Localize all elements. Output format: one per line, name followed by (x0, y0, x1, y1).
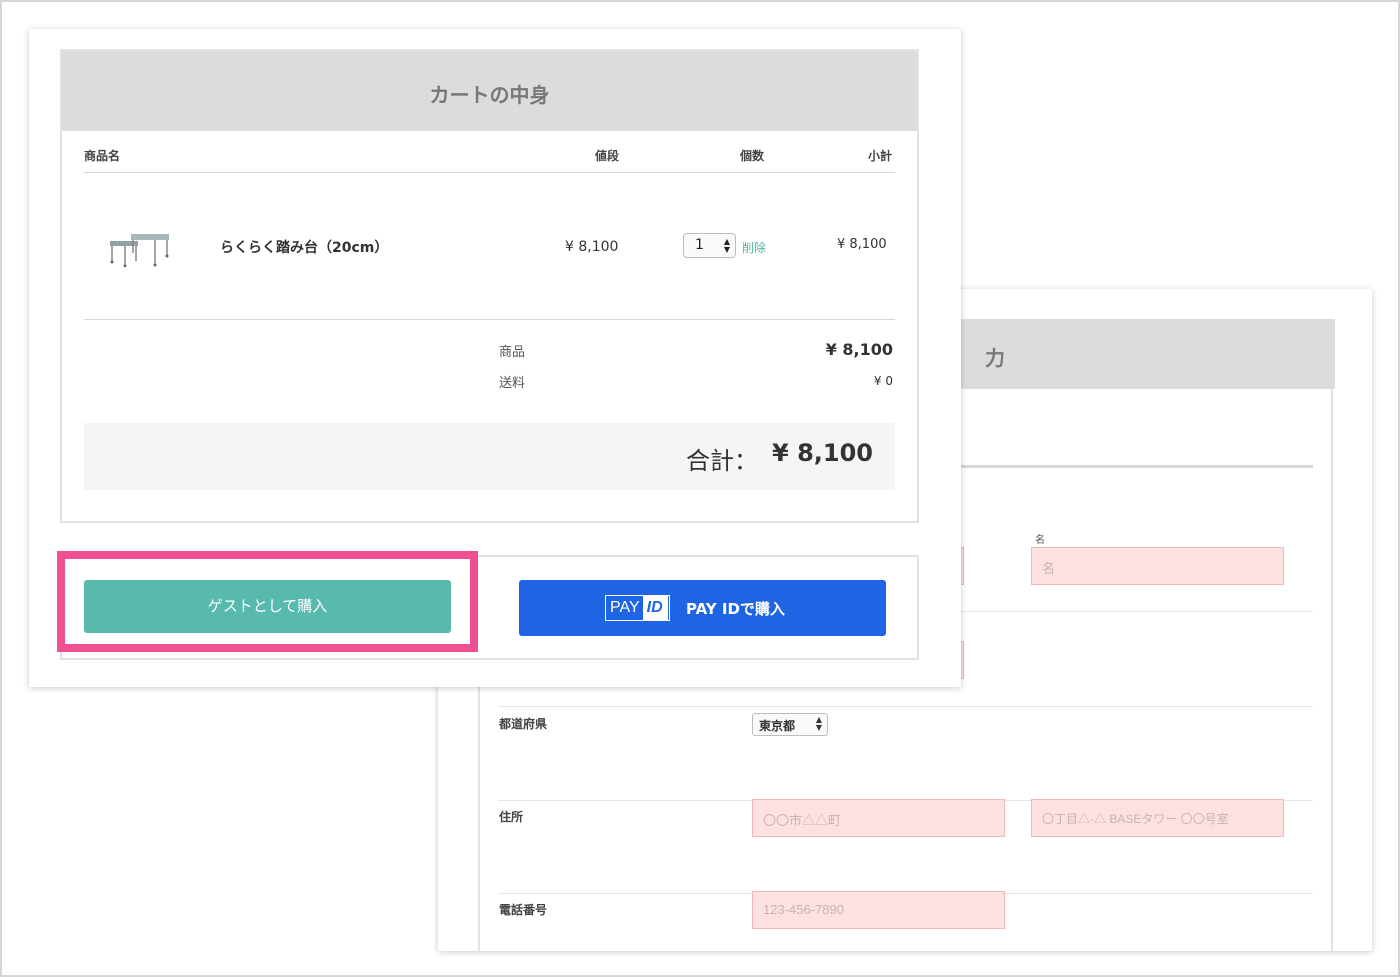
shipping-label: 送料 (499, 376, 526, 391)
product-name[interactable]: らくらく踏み台（20cm） (220, 237, 388, 257)
highlight-frame (57, 551, 478, 652)
address-label: 住所 (499, 810, 524, 824)
column-header-qty: 個数 (740, 149, 765, 163)
product-price: ¥ 8,100 (565, 239, 619, 255)
form-divider (498, 706, 1313, 707)
table-header-divider (84, 172, 895, 173)
delete-link[interactable]: 削除 (742, 239, 766, 256)
column-header-subtotal: 小計 (868, 149, 893, 163)
product-subtotal: ¥ 8,100 (837, 237, 887, 252)
prefecture-select[interactable]: 東京都 ▲ ▼ (752, 713, 828, 736)
step-stool-image (110, 234, 169, 267)
first-name-label: 名 (1035, 535, 1045, 546)
payid-logo-id: ID (642, 596, 668, 620)
address2-input[interactable]: 〇丁目△-△ BASEタワー 〇〇号室 (1031, 799, 1284, 837)
quantity-select[interactable]: 1 ▲ ▼ (683, 233, 736, 258)
payid-logo: PAY ID (605, 595, 670, 621)
grand-total-value: ¥ 8,100 (772, 439, 873, 467)
cart-header: カートの中身 (62, 51, 917, 131)
first-name-input[interactable]: 名 (1031, 547, 1284, 585)
payid-button-label: PAY IDで購入 (686, 600, 785, 618)
payid-logo-pay: PAY (610, 599, 640, 616)
item-divider (84, 319, 895, 320)
form-header-title: 力 (985, 346, 1005, 370)
select-arrows-icon: ▲ ▼ (723, 237, 730, 254)
payid-purchase-button[interactable]: PAY ID PAY IDで購入 (519, 580, 886, 636)
prefecture-value: 東京都 (759, 719, 796, 733)
column-header-name: 商品名 (84, 149, 121, 163)
grand-total-label: 合計： (686, 447, 758, 475)
column-header-price: 値段 (595, 149, 620, 163)
phone-input[interactable]: 123-456-7890 (752, 891, 1005, 929)
prefecture-label: 都道府県 (499, 717, 548, 731)
cart-card: カートの中身 商品名 値段 個数 小計 らくらく踏み台（20cm） ¥ 8,10… (29, 29, 961, 687)
address1-input[interactable]: 〇〇市△△町 (752, 799, 1005, 837)
quantity-value: 1 (695, 237, 704, 253)
grand-total-box: 合計： ¥ 8,100 (84, 423, 895, 490)
select-arrows-icon: ▲ ▼ (815, 715, 822, 732)
phone-label: 電話番号 (499, 903, 548, 917)
cart-title: カートの中身 (429, 83, 550, 107)
items-total-value: ¥ 8,100 (825, 340, 893, 359)
shipping-value: ¥ 0 (873, 374, 893, 388)
items-total-label: 商品 (499, 345, 526, 360)
cart-box: カートの中身 商品名 値段 個数 小計 らくらく踏み台（20cm） ¥ 8,10… (60, 49, 919, 523)
